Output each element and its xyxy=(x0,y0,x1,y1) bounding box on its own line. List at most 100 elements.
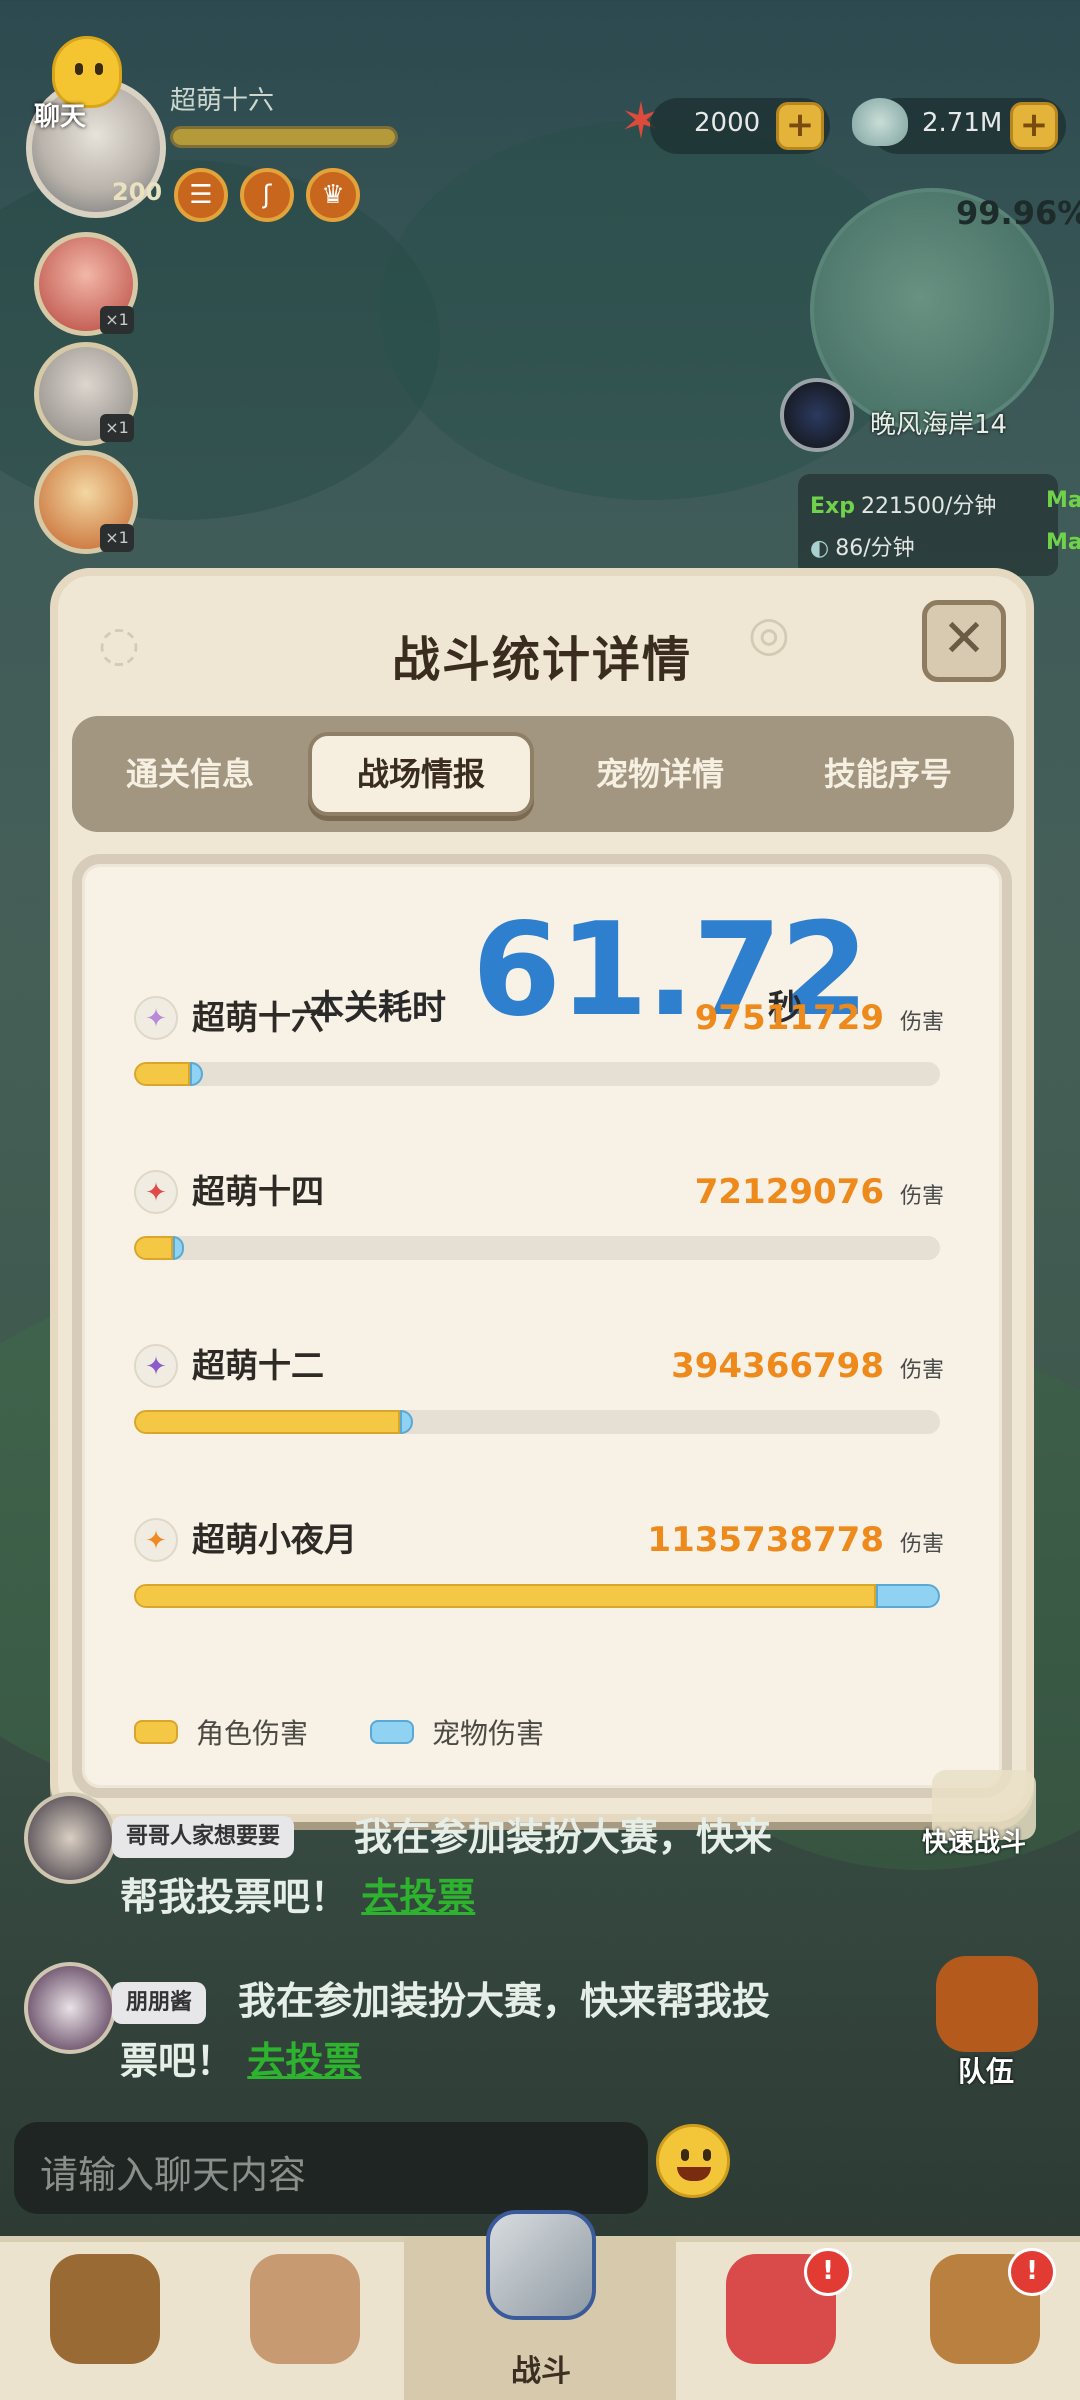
role-damage-bar xyxy=(134,1584,876,1608)
damage-entry: ✦ 超萌小夜月 1135738778 伤害 xyxy=(134,1518,944,1618)
entry-damage: 1135738778 xyxy=(647,1520,884,1560)
crossed-swords-icon: ✦ xyxy=(134,1170,178,1214)
stage-progress-percent: 99.96% xyxy=(956,194,1080,232)
entry-damage: 72129076 xyxy=(694,1172,884,1212)
entry-name: 超萌小夜月 xyxy=(192,1520,357,1559)
damage-bar xyxy=(134,1584,940,1608)
chat-input-placeholder: 请输入聊天内容 xyxy=(40,2153,307,2197)
hamburger-icon[interactable]: ☰ xyxy=(174,168,228,222)
chat-message-line: 我在参加装扮大赛，快来帮我投 xyxy=(238,1979,771,2023)
teammate-tag: ×1 xyxy=(100,524,134,552)
entry-damage-unit: 伤害 xyxy=(899,1010,944,1035)
damage-bar xyxy=(134,1410,940,1434)
tab-clear-info[interactable]: 通关信息 xyxy=(80,732,300,816)
idle-rate-panel: Exp221500/分钟 Max ◐86/分钟 Max xyxy=(798,474,1080,576)
chat-sender-avatar[interactable] xyxy=(24,1792,116,1884)
player-name: 超萌十六 xyxy=(170,86,275,116)
chat-message-line: 票吧！ xyxy=(120,2039,235,2083)
chat-message-text: 帮我投票吧！ 去投票 xyxy=(120,1866,475,1928)
exp-key: Exp xyxy=(810,494,855,519)
entry-damage-unit: 伤害 xyxy=(899,1184,944,1209)
exp-max: Max xyxy=(1046,488,1080,513)
dialog-header: ◌ ◎ 战斗统计详情 ✕ xyxy=(58,576,1026,706)
nav-label-battle: 战斗 xyxy=(511,2354,571,2389)
entry-damage: 97511729 xyxy=(694,998,884,1038)
exp-rate: 221500/分钟 xyxy=(860,494,997,519)
chat-sender-name: 朋朋酱 xyxy=(112,1982,207,2024)
battle-axe-icon xyxy=(486,2210,596,2320)
damage-entry: ✦ 超萌十二 394366798 伤害 xyxy=(134,1344,944,1444)
tab-pet-details[interactable]: 宠物详情 xyxy=(550,732,770,816)
entry-damage-unit: 伤害 xyxy=(899,1358,944,1383)
nav-item-battle[interactable]: 战斗 xyxy=(456,2200,626,2389)
chat-message-line: 帮我投票吧！ xyxy=(120,1875,349,1919)
crossed-blades-icon: ✦ xyxy=(134,1518,178,1562)
tab-bar: 通关信息 战场情报 宠物详情 技能序号 xyxy=(72,716,1014,832)
vote-link[interactable]: 去投票 xyxy=(247,2039,361,2083)
nav-item-hero[interactable] xyxy=(220,2254,390,2390)
close-button[interactable]: ✕ xyxy=(922,600,1006,682)
damage-bar xyxy=(134,1062,940,1086)
shell-icon xyxy=(852,98,908,146)
quick-battle-label[interactable]: 快速战斗 xyxy=(922,1822,1026,1859)
player-level: 200 xyxy=(112,178,163,206)
emoji-icon[interactable] xyxy=(656,2124,730,2198)
battle-intel-panel: 本关耗时 61.72 秒 ✦ 超萌十六 97511729 伤害 ✦ 超萌十四 7212907… xyxy=(72,854,1012,1798)
chat-message-text: 我在参加装扮大赛，快来 xyxy=(354,1806,814,1868)
pet-damage-bar xyxy=(875,1584,940,1608)
hero-icon xyxy=(250,2254,360,2364)
battle-stats-dialog: ◌ ◎ 战斗统计详情 ✕ 通关信息 战场情报 宠物详情 技能序号 本关耗时 61… xyxy=(50,568,1034,1822)
tab-battlefield-intel[interactable]: 战场情报 xyxy=(308,732,534,816)
nav-item-pet[interactable]: ! xyxy=(696,2248,866,2390)
add-starfish-button[interactable]: + xyxy=(776,102,824,150)
entry-name: 超萌十四 xyxy=(192,1172,324,1211)
location-name[interactable]: 晚风海岸14 xyxy=(870,404,1007,441)
legend-role-swatch xyxy=(134,1720,178,1744)
location-avatar[interactable] xyxy=(780,378,854,452)
notification-badge: ! xyxy=(1008,2248,1056,2296)
entry-damage-unit: 伤害 xyxy=(899,1532,944,1557)
caveman-icon xyxy=(50,2254,160,2364)
chat-message-text: 票吧！ 去投票 xyxy=(120,2030,361,2092)
swirl-icon[interactable]: ʃ xyxy=(240,168,294,222)
starfish-value: 2000 xyxy=(694,108,761,138)
chat-message-line: 我在参加装扮大赛，快来 xyxy=(354,1815,773,1859)
tab-skill-order[interactable]: 技能序号 xyxy=(778,732,998,816)
add-shell-button[interactable]: + xyxy=(1010,102,1058,150)
damage-entry: ✦ 超萌十四 72129076 伤害 xyxy=(134,1170,944,1270)
crown-icon[interactable]: ♛ xyxy=(306,168,360,222)
shell-rate-row: ◐86/分钟 Max xyxy=(810,530,1080,562)
entry-name: 超萌十六 xyxy=(192,998,324,1037)
crescent-swirl-icon: ✦ xyxy=(134,1344,178,1388)
role-damage-bar xyxy=(134,1236,173,1260)
damage-entry: ✦ 超萌十六 97511729 伤害 xyxy=(134,996,944,1096)
exp-rate-row: Exp221500/分钟 Max xyxy=(810,488,1080,520)
team-icon[interactable] xyxy=(936,1956,1038,2052)
damage-bar xyxy=(134,1236,940,1260)
dialog-title: 战斗统计详情 xyxy=(391,632,692,688)
shell-max: Max xyxy=(1046,530,1080,555)
teammate-tag: ×1 xyxy=(100,306,134,334)
nav-item-totem[interactable]: ! xyxy=(900,2248,1070,2390)
entry-name: 超萌十二 xyxy=(192,1346,324,1385)
legend-pet-swatch xyxy=(370,1720,415,1744)
pet-damage-bar xyxy=(190,1062,204,1086)
entry-damage: 394366798 xyxy=(671,1346,884,1386)
nav-item-caveman[interactable] xyxy=(20,2254,190,2390)
legend-pet-label: 宠物伤害 xyxy=(432,1717,545,1750)
currency-starfish: 2000 + xyxy=(650,98,830,154)
role-damage-bar xyxy=(134,1410,400,1434)
vortex-icon: ✦ xyxy=(134,996,178,1040)
notification-badge: ! xyxy=(804,2248,852,2296)
chat-label[interactable]: 聊天 xyxy=(34,96,86,133)
chat-sender-avatar[interactable] xyxy=(24,1962,116,2054)
shell-rate-icon: ◐ xyxy=(810,536,830,561)
shell-rate: 86/分钟 xyxy=(835,536,915,561)
pet-damage-bar xyxy=(172,1236,184,1260)
team-label[interactable]: 队伍 xyxy=(958,2050,1014,2090)
pet-damage-bar xyxy=(399,1410,413,1434)
vote-link[interactable]: 去投票 xyxy=(361,1875,475,1919)
role-damage-bar xyxy=(134,1062,191,1086)
chat-message-text: 我在参加装扮大赛，快来帮我投 xyxy=(238,1970,770,2032)
shell-value: 2.71M xyxy=(922,108,1003,138)
